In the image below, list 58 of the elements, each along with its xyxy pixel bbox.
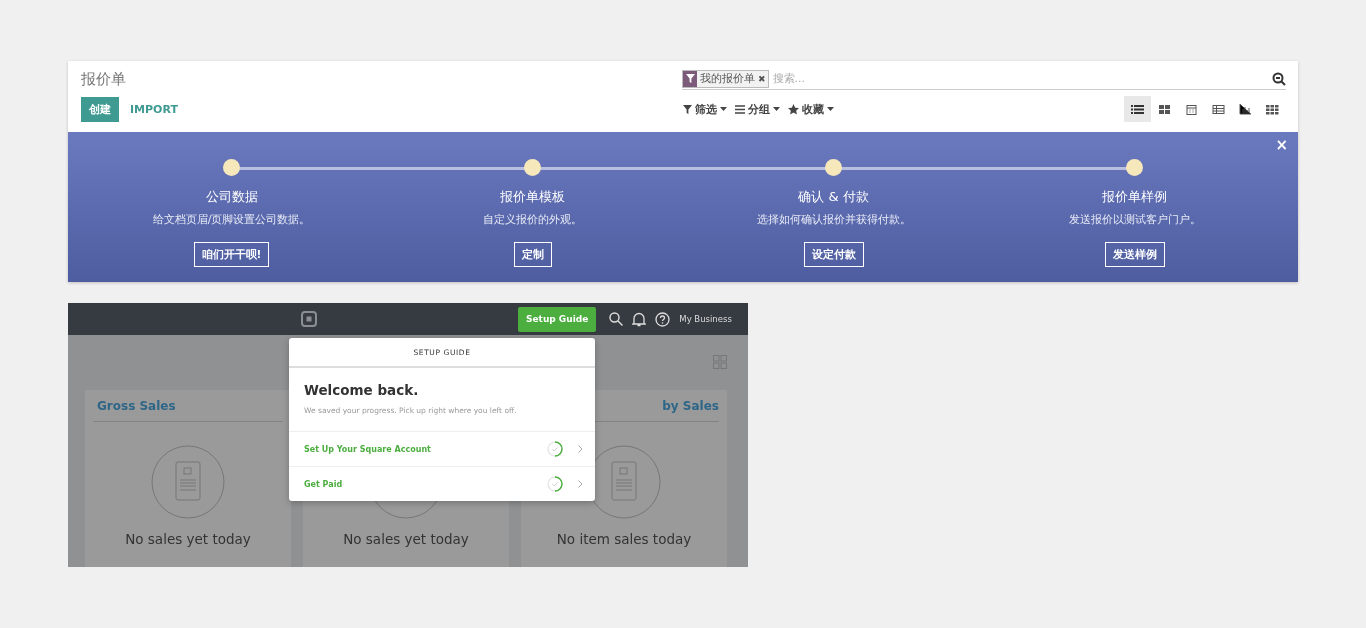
step-button[interactable]: 定制 bbox=[513, 242, 552, 267]
search-icon[interactable] bbox=[609, 312, 624, 326]
close-button[interactable]: × bbox=[1275, 136, 1288, 154]
bell-icon[interactable] bbox=[632, 311, 647, 327]
dropdown-menu[interactable]: 筛选 bbox=[683, 101, 727, 117]
step-description: 选择如何确认报价并获得付款。 bbox=[756, 212, 911, 227]
dropdown-menu[interactable]: 收藏 bbox=[788, 101, 834, 117]
progress-ring-icon bbox=[547, 441, 563, 457]
filter-icon bbox=[683, 70, 697, 87]
filter-facet[interactable]: 我的报价单 ✖ bbox=[682, 69, 769, 88]
step-title: 确认 & 付款 bbox=[798, 188, 869, 206]
step-dot bbox=[223, 159, 240, 176]
step-dot bbox=[825, 159, 842, 176]
remove-facet-button[interactable]: ✖ bbox=[758, 73, 768, 84]
card-title: by Sales bbox=[662, 398, 719, 413]
step-title: 公司数据 bbox=[205, 188, 258, 206]
welcome-heading: Welcome back. bbox=[304, 382, 420, 398]
step-button[interactable]: 咱们开干呗! bbox=[193, 242, 270, 267]
empty-state-text: No item sales today bbox=[556, 531, 692, 547]
create-button[interactable]: 创建 bbox=[81, 96, 119, 122]
empty-state-text: No sales yet today bbox=[125, 531, 251, 547]
chevron-right-icon bbox=[578, 445, 583, 453]
list-view-button[interactable] bbox=[1124, 96, 1151, 122]
dropdown-menu[interactable]: 分组 bbox=[735, 101, 780, 117]
step-description: 发送报价以测试客户门户。 bbox=[1068, 212, 1201, 227]
step-description: 给文档页眉/页脚设置公司数据。 bbox=[152, 212, 311, 227]
step-title: 报价单模板 bbox=[500, 188, 565, 206]
star-icon bbox=[788, 103, 799, 115]
progress-ring-icon bbox=[547, 476, 563, 492]
page-title: 报价单 bbox=[81, 69, 126, 89]
caret-icon bbox=[773, 107, 780, 111]
caret-icon bbox=[720, 107, 727, 111]
grid-icon bbox=[1266, 103, 1279, 115]
setup-task-item[interactable]: Get Paid bbox=[289, 466, 595, 501]
import-button[interactable]: IMPORT bbox=[119, 102, 189, 116]
calendar-icon bbox=[1185, 103, 1198, 115]
lines-icon bbox=[735, 104, 745, 114]
step-title: 报价单样例 bbox=[1102, 188, 1167, 206]
step-dot bbox=[1126, 159, 1143, 176]
square-logo-icon[interactable] bbox=[301, 311, 317, 327]
account-link[interactable]: My Business bbox=[679, 314, 732, 324]
card-title: Gross Sales bbox=[97, 398, 176, 413]
search-field[interactable]: 我的报价单 ✖ 搜索... bbox=[682, 68, 1286, 90]
step-description: 自定义报价的外观。 bbox=[483, 212, 582, 227]
step-button[interactable]: 设定付款 bbox=[803, 242, 864, 267]
receipt-icon bbox=[151, 445, 225, 519]
kanban-icon bbox=[1158, 103, 1171, 115]
caret-icon bbox=[827, 107, 834, 111]
graph-icon bbox=[1239, 103, 1252, 115]
pivot-icon bbox=[1212, 103, 1225, 115]
list-icon bbox=[1131, 103, 1144, 115]
step-dot bbox=[524, 159, 541, 176]
step-button[interactable]: 发送样例 bbox=[1104, 242, 1165, 267]
search-icon[interactable] bbox=[1272, 71, 1286, 86]
empty-state-text: No sales yet today bbox=[343, 531, 469, 547]
chevron-right-icon bbox=[578, 480, 583, 488]
filter-icon bbox=[683, 104, 692, 114]
help-icon[interactable] bbox=[655, 311, 671, 327]
